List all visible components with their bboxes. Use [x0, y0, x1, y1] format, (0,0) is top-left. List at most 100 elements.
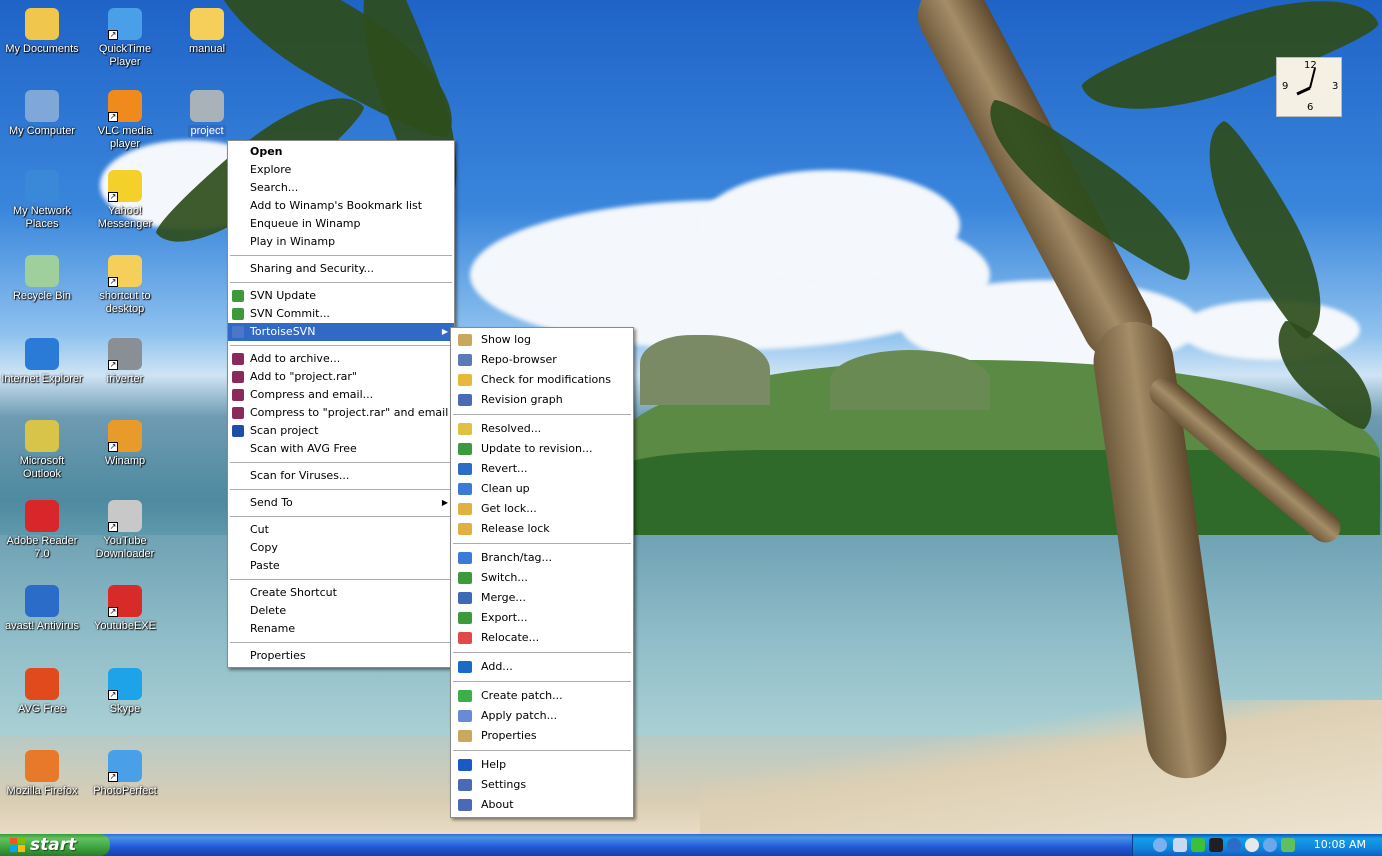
- svn-item-help[interactable]: Help: [451, 755, 633, 775]
- menu-item-explore[interactable]: Explore: [228, 161, 454, 179]
- menu-item-svn-commit[interactable]: SVN Commit...: [228, 305, 454, 323]
- menu-item-add-to-winamp-s-bookmark-list[interactable]: Add to Winamp's Bookmark list: [228, 197, 454, 215]
- menu-item-compress-to-project-rar-and-email[interactable]: Compress to "project.rar" and email: [228, 404, 454, 422]
- folder-shortcut-icon: ↗: [108, 255, 142, 287]
- tray-avg-icon[interactable]: [1209, 838, 1223, 852]
- desktop-icon-my-computer[interactable]: My Computer: [1, 90, 83, 138]
- desktop-icon-quicktime-player[interactable]: ↗ QuickTime Player: [84, 8, 166, 69]
- menu-item-search[interactable]: Search...: [228, 179, 454, 197]
- svn-item-export[interactable]: Export...: [451, 608, 633, 628]
- desktop-icon-youtube-downloader[interactable]: ↗ YouTube Downloader: [84, 500, 166, 561]
- menu-item-rename[interactable]: Rename: [228, 620, 454, 638]
- menu-item-scan-with-avg-free[interactable]: Scan with AVG Free: [228, 440, 454, 458]
- menu-item-create-shortcut[interactable]: Create Shortcut: [228, 584, 454, 602]
- svn-item-about[interactable]: About: [451, 795, 633, 815]
- menu-item-label: Add to "project.rar": [250, 370, 357, 383]
- desktop-icon-project[interactable]: project: [166, 90, 248, 138]
- desktop-icon-label: AVG Free: [17, 703, 67, 715]
- menu-item-send-to[interactable]: Send To ▶: [228, 494, 454, 512]
- menu-item-properties[interactable]: Properties: [228, 647, 454, 665]
- resolved-icon: [458, 423, 472, 435]
- svn-item-check-for-modifications[interactable]: Check for modifications: [451, 370, 633, 390]
- svn-item-add[interactable]: Add...: [451, 657, 633, 677]
- menu-item-sharing-and-security[interactable]: Sharing and Security...: [228, 260, 454, 278]
- svn-item-resolved[interactable]: Resolved...: [451, 419, 633, 439]
- svn-item-update-to-revision[interactable]: Update to revision...: [451, 439, 633, 459]
- menu-item-label: Properties: [481, 729, 537, 742]
- menu-separator: [230, 255, 452, 256]
- desktop-icon-my-network-places[interactable]: My Network Places: [1, 170, 83, 231]
- winrar-icon: [232, 407, 244, 419]
- desktop-icon-avast-antivirus[interactable]: avast! Antivirus: [1, 585, 83, 633]
- svn-folder-icon: [190, 90, 224, 122]
- svn-item-apply-patch[interactable]: Apply patch...: [451, 706, 633, 726]
- menu-item-svn-update[interactable]: SVN Update: [228, 287, 454, 305]
- show-hidden-icons-icon[interactable]: [1153, 838, 1167, 852]
- svn-item-repo-browser[interactable]: Repo-browser: [451, 350, 633, 370]
- menu-item-scan-for-viruses[interactable]: Scan for Viruses...: [228, 467, 454, 485]
- desktop-icon-shortcut-to-desktop[interactable]: ↗ shortcut to desktop: [84, 255, 166, 316]
- svn-item-show-log[interactable]: Show log: [451, 330, 633, 350]
- desktop-icon-photoperfect[interactable]: ↗ PhotoPerfect: [84, 750, 166, 798]
- svn-item-revert[interactable]: Revert...: [451, 459, 633, 479]
- winrar-icon: [232, 389, 244, 401]
- desktop-icon-iriverter[interactable]: ↗ iriverter: [84, 338, 166, 386]
- menu-item-play-in-winamp[interactable]: Play in Winamp: [228, 233, 454, 251]
- menu-item-add-to-project-rar[interactable]: Add to "project.rar": [228, 368, 454, 386]
- svn-item-revision-graph[interactable]: Revision graph: [451, 390, 633, 410]
- menu-item-label: Export...: [481, 611, 528, 624]
- desktop-icon-microsoft-outlook[interactable]: Microsoft Outlook: [1, 420, 83, 481]
- tray-clock[interactable]: 10:08 AM: [1314, 834, 1366, 856]
- desktop-icon-manual[interactable]: manual: [166, 8, 248, 56]
- tray-app-icon[interactable]: [1191, 838, 1205, 852]
- start-button[interactable]: start: [0, 834, 110, 856]
- desktop-icon-label: PhotoPerfect: [93, 785, 157, 797]
- desktop-icon-yahoo-messenger[interactable]: ↗ Yahoo! Messenger: [84, 170, 166, 231]
- menu-item-label: Scan project: [250, 424, 319, 437]
- menu-item-cut[interactable]: Cut: [228, 521, 454, 539]
- menu-item-enqueue-in-winamp[interactable]: Enqueue in Winamp: [228, 215, 454, 233]
- desktop-icon-internet-explorer[interactable]: Internet Explorer: [1, 338, 83, 386]
- menu-item-label: Clean up: [481, 482, 530, 495]
- menu-item-tortoisesvn[interactable]: TortoiseSVN ▶: [228, 323, 454, 341]
- svn-item-release-lock[interactable]: Release lock: [451, 519, 633, 539]
- svn-item-branch-tag[interactable]: Branch/tag...: [451, 548, 633, 568]
- menu-item-compress-and-email[interactable]: Compress and email...: [228, 386, 454, 404]
- tray-network-icon[interactable]: [1173, 838, 1187, 852]
- svn-item-create-patch[interactable]: Create patch...: [451, 686, 633, 706]
- menu-separator: [453, 543, 631, 544]
- menu-item-add-to-archive[interactable]: Add to archive...: [228, 350, 454, 368]
- menu-item-paste[interactable]: Paste: [228, 557, 454, 575]
- menu-item-scan-project[interactable]: Scan project: [228, 422, 454, 440]
- desktop-icon-winamp[interactable]: ↗ Winamp: [84, 420, 166, 468]
- tray-yahoo-icon[interactable]: [1245, 838, 1259, 852]
- clock-gadget[interactable]: 12 3 6 9: [1276, 57, 1342, 117]
- tray-volume-icon[interactable]: [1263, 838, 1277, 852]
- tray-wireless-icon[interactable]: [1281, 838, 1295, 852]
- svn-item-settings[interactable]: Settings: [451, 775, 633, 795]
- menu-item-copy[interactable]: Copy: [228, 539, 454, 557]
- menu-separator: [453, 652, 631, 653]
- desktop-icon-vlc-media-player[interactable]: ↗ VLC media player: [84, 90, 166, 151]
- desktop-icon-adobe-reader-7-0[interactable]: Adobe Reader 7.0: [1, 500, 83, 561]
- menu-item-label: Add to Winamp's Bookmark list: [250, 199, 423, 212]
- desktop-icon-mozilla-firefox[interactable]: Mozilla Firefox: [1, 750, 83, 798]
- folder-icon: [190, 8, 224, 40]
- svn-item-get-lock[interactable]: Get lock...: [451, 499, 633, 519]
- branch-tag-icon: [458, 552, 472, 564]
- tray-avast-icon[interactable]: [1227, 838, 1241, 852]
- desktop-icon-avg-free[interactable]: AVG Free: [1, 668, 83, 716]
- menu-item-delete[interactable]: Delete: [228, 602, 454, 620]
- menu-separator: [230, 345, 452, 346]
- svn-item-relocate[interactable]: Relocate...: [451, 628, 633, 648]
- menu-item-open[interactable]: Open: [228, 143, 454, 161]
- desktop-icon-youtubeexe[interactable]: ↗ YoutubeEXE: [84, 585, 166, 633]
- svn-item-clean-up[interactable]: Clean up: [451, 479, 633, 499]
- desktop-icon-skype[interactable]: ↗ Skype: [84, 668, 166, 716]
- svn-item-switch[interactable]: Switch...: [451, 568, 633, 588]
- avg-icon: [25, 668, 59, 700]
- svn-item-properties[interactable]: Properties: [451, 726, 633, 746]
- desktop-icon-my-documents[interactable]: My Documents: [1, 8, 83, 56]
- svn-item-merge[interactable]: Merge...: [451, 588, 633, 608]
- desktop-icon-recycle-bin[interactable]: Recycle Bin: [1, 255, 83, 303]
